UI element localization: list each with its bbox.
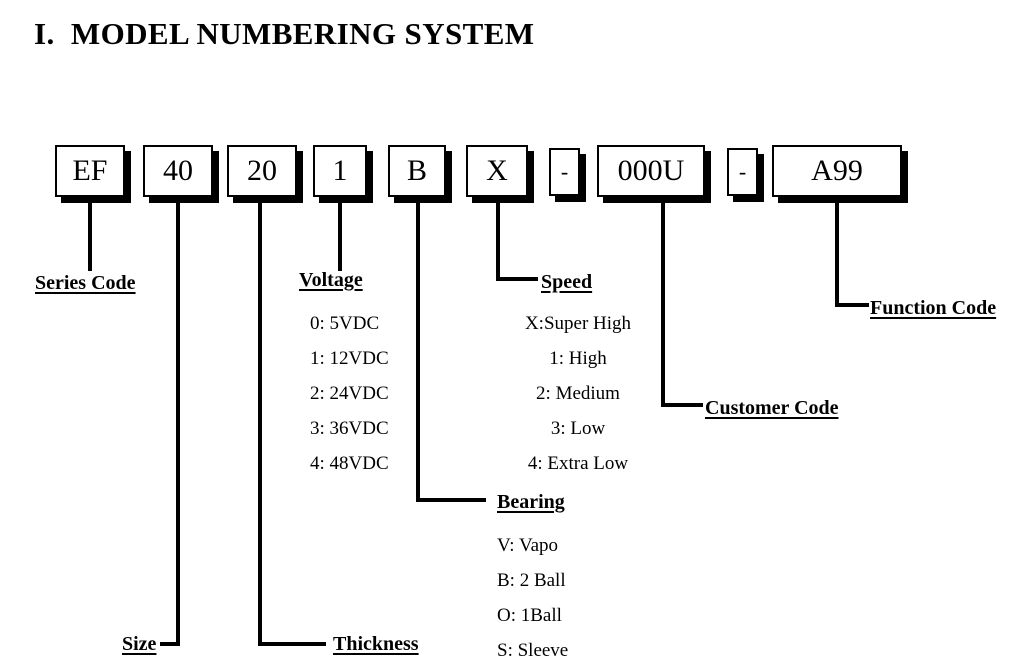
label-series-code: Series Code [35, 272, 136, 294]
leader-line-function-vertical [835, 197, 839, 307]
code-box-voltage[interactable]: 1 [313, 145, 367, 197]
legend-item: 4: 48VDC [310, 453, 389, 474]
code-box-customer[interactable]: 000U [597, 145, 705, 197]
legend-item: 4: Extra Low [527, 453, 629, 474]
legend-item: O: 1Ball [497, 605, 562, 626]
legend-item: 3: 36VDC [310, 418, 389, 439]
legend-speed-options: X:Super High 1: High 2: Medium 3: Low 4:… [525, 306, 631, 481]
page-title: I. MODEL NUMBERING SYSTEM [34, 16, 535, 51]
leader-line-voltage [338, 197, 342, 271]
leader-line-speed-elbow [496, 277, 538, 281]
code-box-bearing[interactable]: B [388, 145, 446, 197]
leader-line-thickness-vertical [258, 197, 262, 646]
label-thickness: Thickness [333, 633, 419, 655]
code-box-size[interactable]: 40 [143, 145, 213, 197]
legend-item: 2: 24VDC [310, 383, 389, 404]
legend-voltage-options: 0: 5VDC 1: 12VDC 2: 24VDC 3: 36VDC 4: 48… [310, 306, 389, 481]
leader-line-customer-vertical [661, 197, 665, 407]
legend-item: B: 2 Ball [497, 570, 566, 591]
code-box-separator-2: - [727, 148, 758, 196]
leader-line-function-elbow [835, 303, 869, 307]
label-function-code: Function Code [870, 297, 997, 319]
legend-item: 0: 5VDC [310, 313, 380, 334]
legend-item: 3: Low [550, 418, 606, 439]
legend-item: 2: Medium [536, 383, 620, 404]
legend-bearing-options: V: Vapo B: 2 Ball O: 1Ball S: Sleeve [497, 528, 568, 667]
leader-line-size-elbow [160, 642, 180, 646]
label-voltage: Voltage [299, 269, 363, 291]
code-box-separator-1: - [549, 148, 580, 196]
legend-item: S: Sleeve [497, 640, 569, 661]
leader-line-customer-elbow [661, 403, 703, 407]
leader-line-bearing-elbow [416, 498, 486, 502]
leader-line-size-vertical [176, 197, 180, 646]
legend-item: V: Vapo [497, 535, 559, 556]
document-page: I. MODEL NUMBERING SYSTEM EF 40 20 1 B X… [0, 0, 1024, 667]
label-bearing: Bearing [497, 491, 565, 513]
legend-item: X:Super High [524, 313, 632, 334]
code-box-speed[interactable]: X [466, 145, 528, 197]
label-customer-code: Customer Code [705, 397, 839, 419]
legend-item: 1: 12VDC [310, 348, 389, 369]
leader-line-speed-vertical [496, 197, 500, 281]
code-box-function[interactable]: A99 [772, 145, 902, 197]
label-speed: Speed [541, 271, 593, 293]
legend-item: 1: High [549, 348, 607, 369]
label-size: Size [122, 633, 157, 655]
leader-line-series-code [88, 197, 92, 271]
leader-line-bearing-vertical [416, 197, 420, 502]
code-box-series[interactable]: EF [55, 145, 125, 197]
leader-line-thickness-elbow [258, 642, 326, 646]
code-box-thickness[interactable]: 20 [227, 145, 297, 197]
